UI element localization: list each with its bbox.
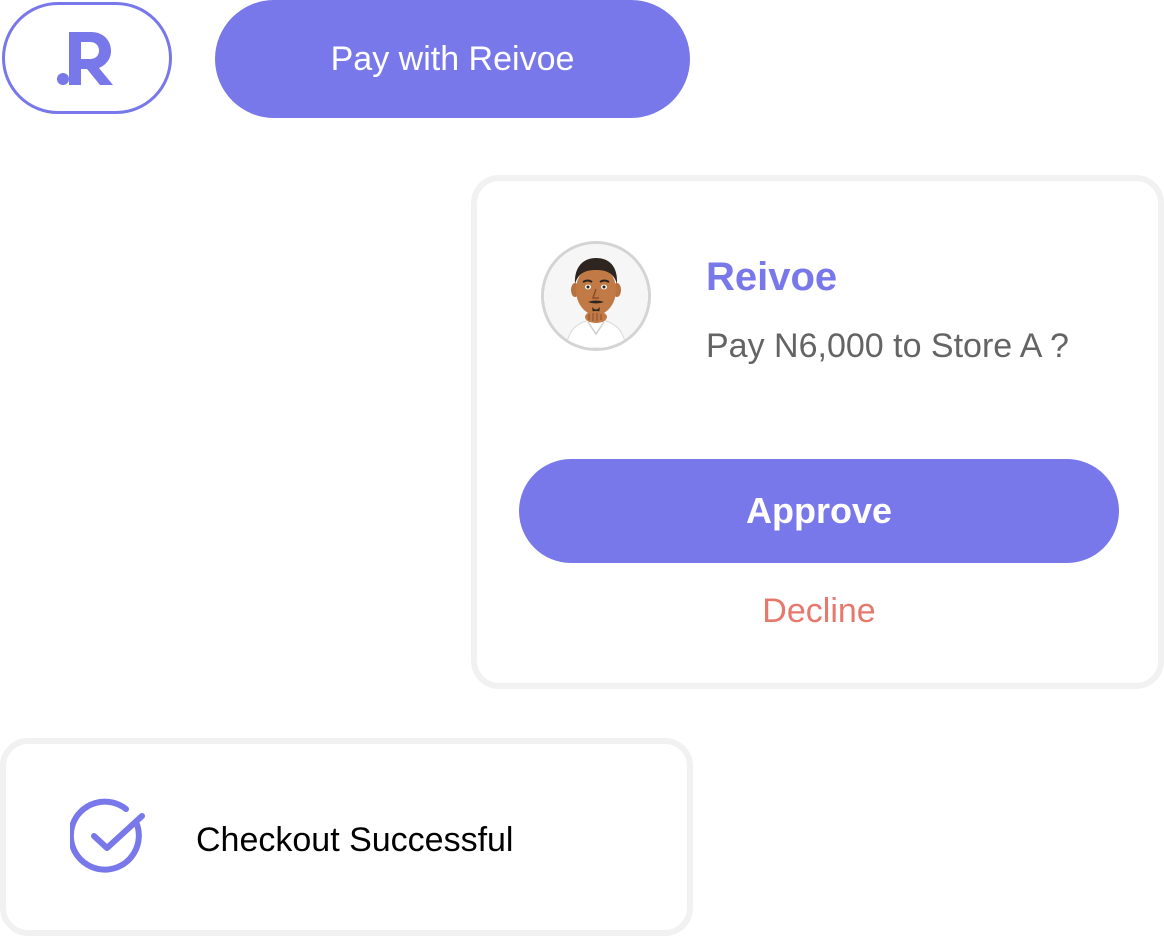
user-avatar-icon <box>541 241 651 351</box>
payment-approval-card: Reivoe Pay N6,000 to Store A ? Approve D… <box>471 175 1164 689</box>
approve-button[interactable]: Approve <box>519 459 1119 563</box>
pay-with-reivoe-button[interactable]: Pay with Reivoe <box>215 0 690 118</box>
checkout-status-message: Checkout Successful <box>196 821 514 859</box>
check-circle-icon <box>70 798 150 878</box>
reivoe-logo-button[interactable] <box>2 2 172 114</box>
decline-button[interactable]: Decline <box>519 591 1119 631</box>
checkout-status-card: Checkout Successful <box>0 738 693 936</box>
merchant-name: Reivoe <box>706 255 838 299</box>
reivoe-logo-icon <box>57 32 113 85</box>
payment-prompt: Pay N6,000 to Store A ? <box>706 327 1069 365</box>
